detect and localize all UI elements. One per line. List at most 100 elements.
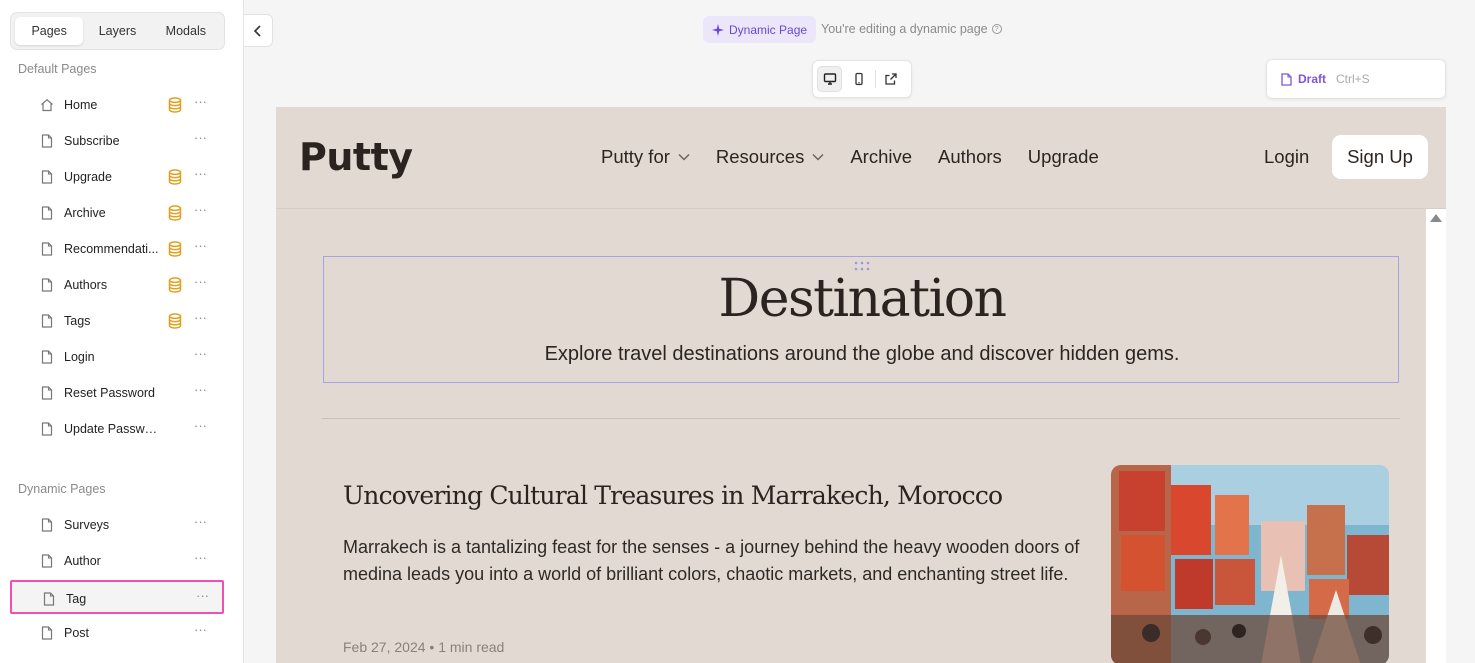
- sidebar-page-authors[interactable]: Authors ···: [10, 268, 224, 302]
- more-options-icon[interactable]: ···: [194, 514, 207, 529]
- more-options-icon[interactable]: ···: [196, 588, 209, 603]
- marrakech-market-image: [1111, 465, 1389, 663]
- login-link[interactable]: Login: [1264, 146, 1309, 168]
- page-item-label: Authors: [64, 278, 108, 292]
- cms-database-icon: [168, 169, 182, 185]
- page-item-label: Tag: [66, 592, 87, 606]
- sidebar-page-reset-password[interactable]: Reset Password ···: [10, 376, 224, 410]
- sidebar-page-author[interactable]: Author ···: [10, 544, 224, 578]
- more-options-icon[interactable]: ···: [194, 310, 207, 325]
- hero-subtitle: Explore travel destinations around the g…: [544, 343, 1180, 365]
- dynamic-page-badge: Dynamic Page: [703, 16, 817, 43]
- page-item-label: Archive: [64, 206, 106, 220]
- signup-button[interactable]: Sign Up: [1332, 135, 1428, 179]
- page-icon: [41, 386, 53, 400]
- more-options-icon[interactable]: ···: [194, 238, 207, 253]
- sidebar-page-upgrade[interactable]: Upgrade ···: [10, 160, 224, 194]
- more-options-icon[interactable]: ···: [194, 202, 207, 217]
- chevron-left-icon: [253, 24, 261, 37]
- more-options-icon[interactable]: ···: [194, 94, 207, 109]
- sidebar-page-recommendati[interactable]: Recommendati... ···: [10, 232, 224, 266]
- page-icon: [41, 422, 53, 436]
- desktop-view-button[interactable]: [817, 66, 843, 92]
- chevron-down-icon: [678, 153, 690, 161]
- page-icon: [41, 626, 53, 640]
- sidebar-page-surveys[interactable]: Surveys ···: [10, 508, 224, 542]
- nav-resources[interactable]: Resources: [716, 146, 824, 168]
- page-item-label: Reset Password: [64, 386, 156, 400]
- more-options-icon[interactable]: ···: [194, 550, 207, 565]
- post-title[interactable]: Uncovering Cultural Treasures in Marrake…: [343, 481, 1003, 510]
- document-icon: [1281, 72, 1292, 86]
- toolbar-divider: [875, 70, 876, 88]
- page-item-label: Login: [64, 350, 95, 364]
- more-options-icon[interactable]: ···: [194, 166, 207, 181]
- collapse-sidebar-button[interactable]: [244, 14, 273, 47]
- tab-pages[interactable]: Pages: [15, 17, 84, 45]
- page-item-label: Recommendati...: [64, 242, 159, 256]
- sidebar-page-home[interactable]: Home ···: [10, 88, 224, 122]
- device-toolbar: [812, 60, 912, 98]
- cms-database-icon: [168, 313, 182, 329]
- tab-layers[interactable]: Layers: [83, 17, 151, 45]
- page-canvas[interactable]: Putty Putty for Resources Archive Author…: [276, 107, 1446, 663]
- meta-separator: •: [429, 639, 435, 655]
- sidebar-page-tag[interactable]: Tag ···: [10, 580, 224, 614]
- more-options-icon[interactable]: ···: [194, 418, 207, 433]
- more-options-icon[interactable]: ···: [194, 274, 207, 289]
- sidebar-page-login[interactable]: Login ···: [10, 340, 224, 374]
- hero-section-selected[interactable]: Destination Explore travel destinations …: [323, 256, 1399, 383]
- home-icon: [41, 99, 53, 112]
- page-item-label: Tags: [64, 314, 91, 328]
- scroll-up-arrow-icon[interactable]: [1430, 214, 1442, 222]
- hero-title: Destination: [718, 269, 1008, 329]
- save-shortcut-hint: Ctrl+S: [1336, 72, 1370, 86]
- more-options-icon[interactable]: ···: [194, 622, 207, 637]
- page-item-label: Home: [64, 98, 98, 112]
- page-icon: [41, 350, 53, 364]
- post-meta: Feb 27, 2024 • 1 min read: [343, 639, 504, 655]
- nav-putty-for[interactable]: Putty for: [601, 146, 690, 168]
- page-icon: [41, 134, 53, 148]
- sidebar-page-post[interactable]: Post ···: [10, 616, 224, 650]
- page-icon: [41, 242, 53, 256]
- sidebar-page-archive[interactable]: Archive ···: [10, 196, 224, 230]
- nav-putty-for-label: Putty for: [601, 146, 670, 167]
- cms-database-icon: [168, 277, 182, 293]
- page-item-label: Update Password: [64, 422, 160, 436]
- sidebar-tabs: Pages Layers Modals: [10, 12, 225, 50]
- page-item-label: Surveys: [64, 518, 110, 532]
- site-logo[interactable]: Putty: [299, 135, 413, 179]
- sidebar-page-tags[interactable]: Tags ···: [10, 304, 224, 338]
- open-preview-button[interactable]: [878, 66, 903, 92]
- page-icon: [41, 314, 53, 328]
- post-thumbnail-image[interactable]: [1111, 465, 1389, 663]
- more-options-icon[interactable]: ···: [194, 346, 207, 361]
- nav-archive[interactable]: Archive: [850, 146, 912, 168]
- mobile-icon: [854, 72, 863, 86]
- default-pages-heading: Default Pages: [18, 62, 97, 76]
- page-icon: [41, 554, 53, 568]
- more-options-icon[interactable]: ···: [194, 382, 207, 397]
- dynamic-pages-heading: Dynamic Pages: [18, 482, 106, 496]
- editing-notice-text: You're editing a dynamic page: [821, 22, 988, 36]
- site-nav: Putty for Resources Archive Authors Upgr…: [601, 146, 1125, 168]
- nav-upgrade[interactable]: Upgrade: [1028, 146, 1099, 168]
- more-options-icon[interactable]: ···: [194, 130, 207, 145]
- page-item-label: Subscribe: [64, 134, 120, 148]
- draft-status-button[interactable]: Draft Ctrl+S: [1266, 59, 1446, 99]
- sidebar-page-update-password[interactable]: Update Password ···: [10, 412, 224, 446]
- desktop-icon: [823, 73, 836, 85]
- draft-label: Draft: [1298, 72, 1327, 86]
- mobile-view-button[interactable]: [846, 66, 871, 92]
- pages-sidebar: Pages Layers Modals Default Pages Home ··…: [0, 0, 244, 663]
- post-date: Feb 27, 2024: [343, 639, 426, 655]
- help-icon[interactable]: ?: [991, 24, 1002, 34]
- post-excerpt: Marrakech is a tantalizing feast for the…: [343, 537, 1080, 584]
- preview-scrollbar[interactable]: [1426, 209, 1446, 663]
- sidebar-page-subscribe[interactable]: Subscribe ···: [10, 124, 224, 158]
- nav-authors[interactable]: Authors: [938, 146, 1002, 168]
- editing-notice: You're editing a dynamic page ?: [821, 22, 1002, 36]
- page-item-label: Upgrade: [64, 170, 112, 184]
- tab-modals[interactable]: Modals: [152, 17, 220, 45]
